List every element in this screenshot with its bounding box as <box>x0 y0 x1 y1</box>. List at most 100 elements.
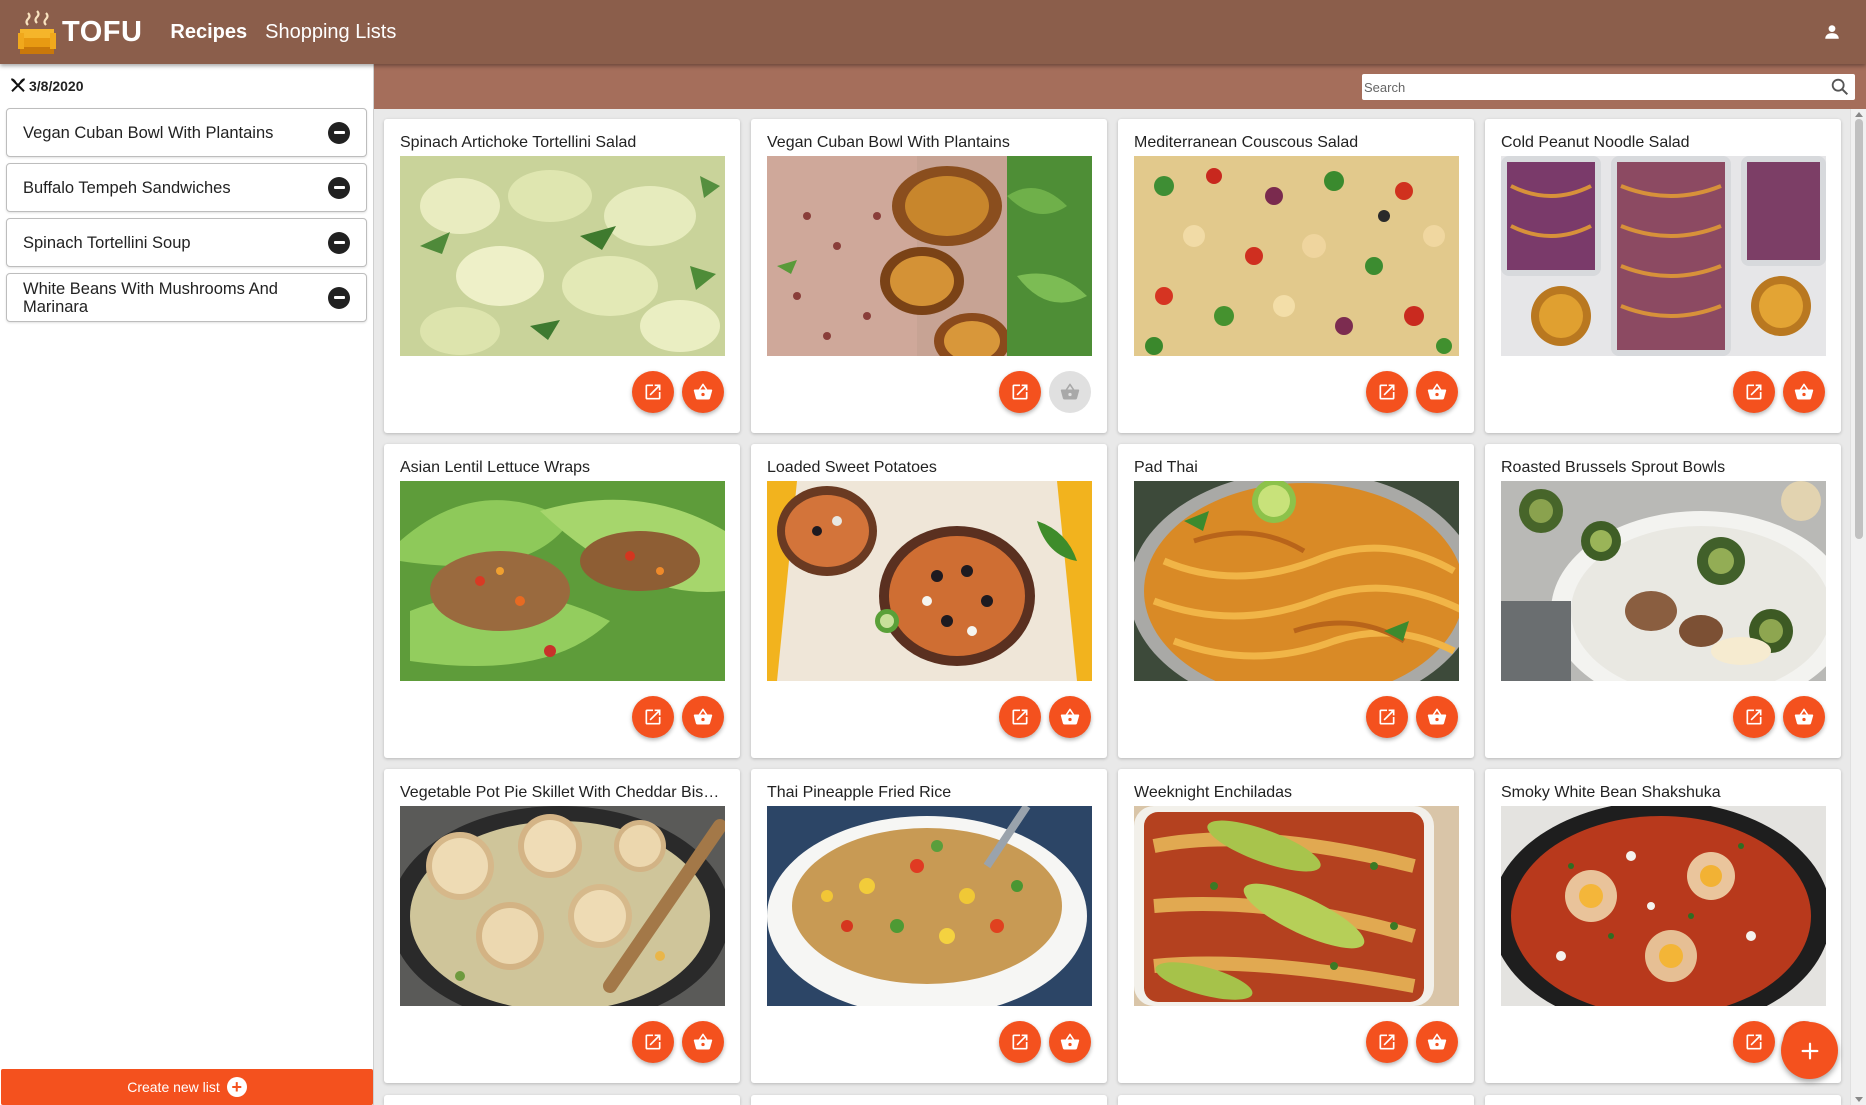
remove-circle-icon[interactable] <box>328 121 350 144</box>
recipe-title: Vegan Cuban Bowl With Plantains <box>767 134 1010 151</box>
open-recipe-button[interactable] <box>1733 696 1775 738</box>
basket-icon <box>1427 708 1447 725</box>
open-recipe-button[interactable] <box>999 1021 1041 1063</box>
recipe-card-partial <box>1118 1095 1474 1105</box>
recipe-image <box>767 156 1092 356</box>
add-circle-icon: + <box>226 1077 247 1097</box>
open-in-new-icon <box>1746 709 1762 725</box>
create-new-list-label: Create new list <box>127 1079 220 1095</box>
recipe-image <box>400 156 725 356</box>
add-to-list-button[interactable] <box>682 1021 724 1063</box>
recipe-actions <box>1366 1021 1458 1063</box>
shopping-list-sidebar: 3/8/2020 Vegan Cuban Bowl With Plantains… <box>0 64 374 1105</box>
add-to-list-button[interactable] <box>1783 696 1825 738</box>
recipe-actions <box>1733 371 1825 413</box>
open-recipe-button[interactable] <box>632 371 674 413</box>
search-box <box>1362 74 1855 100</box>
recipe-card: Mediterranean Couscous Salad <box>1118 119 1474 433</box>
search-input[interactable] <box>1362 75 1829 99</box>
add-to-list-button[interactable] <box>682 696 724 738</box>
basket-icon <box>1794 383 1814 400</box>
recipe-image <box>767 481 1092 681</box>
recipe-actions <box>632 1021 724 1063</box>
open-in-new-icon <box>1746 1034 1762 1050</box>
recipe-actions <box>999 1021 1091 1063</box>
recipe-actions <box>999 696 1091 738</box>
recipe-actions <box>632 696 724 738</box>
recipe-actions <box>1366 371 1458 413</box>
basket-icon <box>1060 383 1080 400</box>
remove-circle-icon[interactable] <box>328 286 350 309</box>
open-recipe-button[interactable] <box>1366 371 1408 413</box>
scrollbar-thumb[interactable] <box>1855 119 1863 539</box>
add-to-list-button[interactable] <box>1416 696 1458 738</box>
open-recipe-button[interactable] <box>999 371 1041 413</box>
list-item[interactable]: White Beans With Mushrooms And Marinara <box>6 273 367 322</box>
open-recipe-button[interactable] <box>1366 1021 1408 1063</box>
add-to-list-button[interactable] <box>1049 1021 1091 1063</box>
recipe-title: Roasted Brussels Sprout Bowls <box>1501 459 1726 476</box>
list-item[interactable]: Vegan Cuban Bowl With Plantains <box>6 108 367 157</box>
recipe-title: Mediterranean Couscous Salad <box>1134 134 1359 151</box>
add-to-list-button[interactable] <box>1416 1021 1458 1063</box>
page-scrollbar[interactable] <box>1850 109 1866 1105</box>
add-to-list-button[interactable] <box>1783 371 1825 413</box>
nav-shopping-lists[interactable]: Shopping Lists <box>265 21 396 44</box>
scroll-up-icon[interactable] <box>1855 112 1863 117</box>
recipe-card: Vegan Cuban Bowl With Plantains <box>751 119 1107 433</box>
account-button[interactable] <box>1818 18 1846 46</box>
scroll-down-icon[interactable] <box>1855 1097 1863 1102</box>
recipe-card: Loaded Sweet Potatoes <box>751 444 1107 758</box>
open-recipe-button[interactable] <box>1366 696 1408 738</box>
recipe-title: Smoky White Bean Shakshuka <box>1501 784 1721 801</box>
recipe-image <box>400 806 725 1006</box>
basket-icon <box>1427 1033 1447 1050</box>
list-item[interactable]: Spinach Tortellini Soup <box>6 218 367 267</box>
utensils-icon <box>11 78 25 92</box>
recipe-actions <box>999 371 1091 413</box>
basket-icon <box>693 708 713 725</box>
remove-circle-icon[interactable] <box>328 231 350 254</box>
open-recipe-button[interactable] <box>1733 1021 1775 1063</box>
recipe-image <box>400 481 725 681</box>
recipe-card: Weeknight Enchiladas <box>1118 769 1474 1083</box>
recipe-card-partial <box>1485 1095 1841 1105</box>
list-item[interactable]: Buffalo Tempeh Sandwiches <box>6 163 367 212</box>
recipe-title: Weeknight Enchiladas <box>1134 784 1293 801</box>
create-new-list-button[interactable]: Create new list + <box>1 1069 373 1105</box>
search-icon[interactable] <box>1829 76 1851 98</box>
recipe-image <box>1501 481 1826 681</box>
nav-recipes[interactable]: Recipes <box>170 21 247 44</box>
list-date-row: 3/8/2020 <box>0 64 373 108</box>
add-to-list-button[interactable] <box>682 371 724 413</box>
add-to-list-button[interactable] <box>1049 696 1091 738</box>
recipe-card: Pad Thai <box>1118 444 1474 758</box>
recipe-title: Asian Lentil Lettuce Wraps <box>400 459 591 476</box>
remove-circle-icon[interactable] <box>328 176 350 199</box>
recipe-actions <box>1366 696 1458 738</box>
recipe-card: Thai Pineapple Fried Rice <box>751 769 1107 1083</box>
open-recipe-button[interactable] <box>999 696 1041 738</box>
recipe-actions <box>1733 696 1825 738</box>
add-to-list-button[interactable] <box>1416 371 1458 413</box>
person-icon <box>1825 25 1839 39</box>
open-recipe-button[interactable] <box>632 1021 674 1063</box>
open-in-new-icon <box>645 709 661 725</box>
recipe-card: Spinach Artichoke Tortellini Salad <box>384 119 740 433</box>
open-recipe-button[interactable] <box>1733 371 1775 413</box>
list-item-label: Buffalo Tempeh Sandwiches <box>23 178 231 197</box>
open-recipe-button[interactable] <box>632 696 674 738</box>
recipe-image <box>1501 806 1826 1006</box>
list-item-label: Vegan Cuban Bowl With Plantains <box>23 123 274 142</box>
recipe-image <box>1134 481 1459 681</box>
add-recipe-button[interactable] <box>1781 1022 1838 1079</box>
recipe-title: Spinach Artichoke Tortellini Salad <box>400 134 637 151</box>
open-in-new-icon <box>1379 1034 1395 1050</box>
basket-icon <box>1794 708 1814 725</box>
recipe-card: Roasted Brussels Sprout Bowls <box>1485 444 1841 758</box>
recipe-title: Cold Peanut Noodle Salad <box>1501 134 1690 151</box>
list-item-label: White Beans With Mushrooms And Marinara <box>23 279 278 316</box>
recipe-image <box>1134 806 1459 1006</box>
app-logo[interactable]: TOFU <box>16 9 142 55</box>
add-to-list-button-disabled <box>1049 371 1091 413</box>
